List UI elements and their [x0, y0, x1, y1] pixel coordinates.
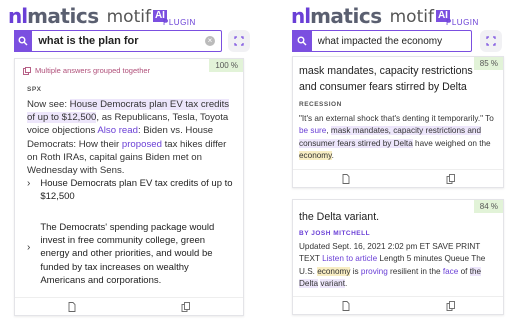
- document-icon[interactable]: [341, 173, 351, 184]
- passage-link[interactable]: proving: [361, 267, 388, 276]
- source-label: RECESSION: [299, 101, 342, 108]
- passage-text: of: [458, 266, 470, 276]
- expand-icon: [486, 36, 496, 46]
- answer-title: the Delta variant.: [299, 211, 380, 223]
- logo-nl: nl: [8, 4, 28, 28]
- search-bar: ×: [14, 30, 222, 52]
- passage-highlight-keyword: economy: [299, 150, 332, 160]
- answer-item[interactable]: › The Democrats' spending package would …: [27, 221, 235, 287]
- expand-button[interactable]: [228, 30, 250, 52]
- chevron-right-icon: ›: [27, 242, 31, 253]
- document-icon[interactable]: [341, 300, 351, 311]
- source-label: SPX: [27, 86, 42, 93]
- left-panel: nlmatics motifAI PLUGIN × Multiple answe…: [6, 0, 252, 320]
- search-input[interactable]: [32, 35, 205, 47]
- logo-plugin: PLUGIN: [163, 18, 196, 27]
- passage-highlight-keyword: economy: [317, 266, 351, 276]
- answer-text: House Democrats plan EV tax credits of u…: [40, 178, 233, 203]
- right-panel: nlmatics motifAI PLUGIN 85 % mask mandat…: [288, 0, 510, 320]
- passage-link[interactable]: Also read: [97, 125, 138, 136]
- passage-text: have weighed on the: [412, 138, 491, 148]
- passage-link[interactable]: face: [443, 267, 458, 276]
- document-icon[interactable]: [67, 301, 77, 312]
- logo-motif: motif: [106, 7, 151, 27]
- logo-matics: matics: [310, 4, 382, 28]
- grouped-label: Multiple answers grouped together: [35, 66, 151, 75]
- result-card: 85 % mask mandates, capacity restriction…: [292, 56, 504, 188]
- chevron-right-icon: ›: [27, 178, 31, 189]
- passage-text: .: [344, 278, 348, 288]
- grouped-note: Multiple answers grouped together: [23, 66, 150, 75]
- copy-icon[interactable]: [446, 173, 456, 184]
- card-footer: [293, 169, 503, 187]
- card-footer: [15, 297, 243, 315]
- answer-title: mask mandates, capacity restrictions and…: [299, 65, 473, 93]
- passage-text: "It's an external shock that's denting i…: [299, 114, 494, 123]
- logo-plugin: PLUGIN: [446, 18, 479, 27]
- answer-text: The Democrats' spending package would in…: [40, 222, 215, 286]
- card-footer: [293, 296, 503, 314]
- passage-text: .: [331, 150, 334, 160]
- search-button[interactable]: [14, 30, 33, 52]
- score-badge: 100 %: [209, 59, 243, 72]
- passage-text: Now see:: [27, 99, 70, 110]
- search-input[interactable]: [311, 35, 471, 47]
- grouped-icon: [23, 66, 31, 75]
- logo-nl: nl: [291, 4, 311, 28]
- passage-highlight: variant: [320, 278, 345, 288]
- brand-logo: nl matics motif AI PLUGIN: [291, 4, 478, 28]
- result-card: 84 % the Delta variant. BY JOSH MITCHELL…: [292, 199, 504, 315]
- search-icon: [18, 36, 28, 46]
- logo-matics: matics: [27, 4, 99, 28]
- passage-link[interactable]: proposed: [122, 139, 162, 150]
- result-passage: "It's an external shock that's denting i…: [299, 113, 497, 162]
- search-icon: [297, 36, 307, 46]
- passage-link[interactable]: Listen to article: [322, 254, 377, 263]
- logo-motif: motif: [389, 7, 434, 27]
- copy-icon[interactable]: [181, 301, 191, 312]
- result-passage: Now see: House Democrats plan EV tax cre…: [27, 98, 235, 177]
- expand-icon: [234, 36, 244, 46]
- passage-text: is: [350, 266, 361, 276]
- search-button[interactable]: [292, 30, 312, 52]
- brand-logo: nl matics motif AI PLUGIN: [8, 4, 195, 28]
- result-passage: Updated Sept. 16, 2021 2:02 pm ET SAVE P…: [299, 241, 497, 290]
- passage-link[interactable]: be sure: [299, 126, 326, 135]
- copy-icon[interactable]: [446, 300, 456, 311]
- passage-text: resilient in the: [387, 266, 443, 276]
- source-label: BY JOSH MITCHELL: [299, 230, 371, 237]
- clear-icon[interactable]: ×: [205, 36, 215, 46]
- answer-item[interactable]: › House Democrats plan EV tax credits of…: [27, 177, 235, 203]
- result-card: Multiple answers grouped together 100 % …: [14, 58, 244, 316]
- expand-button[interactable]: [480, 30, 502, 52]
- search-bar: [292, 30, 472, 52]
